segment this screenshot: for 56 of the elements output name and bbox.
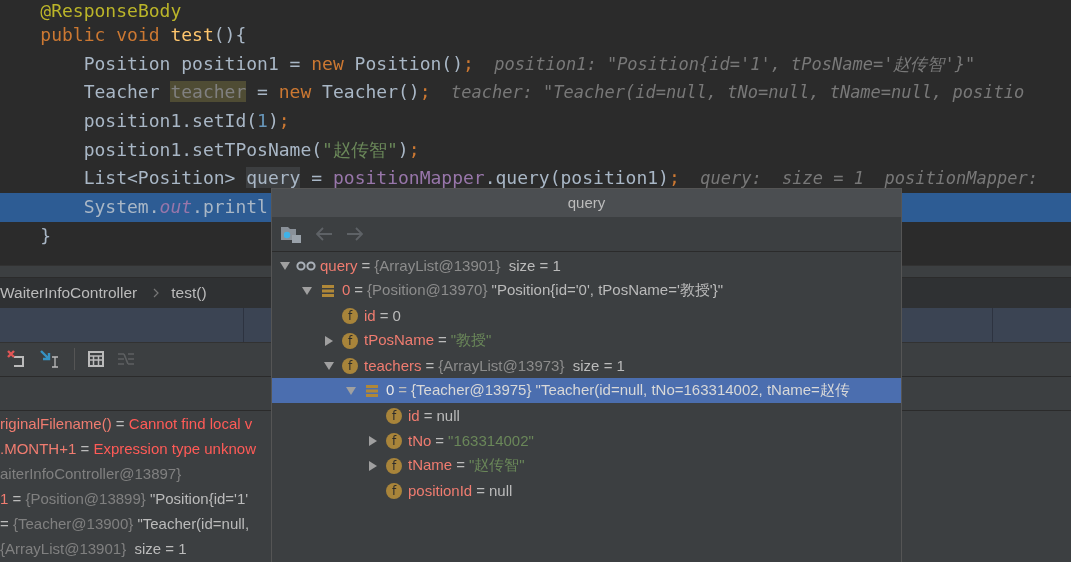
- node-label: id = 0: [364, 307, 401, 324]
- cross-box-icon[interactable]: [6, 349, 26, 369]
- node-label: query = {ArrayList@13901} size = 1: [320, 257, 561, 274]
- tree-row[interactable]: f id = null: [272, 403, 901, 428]
- tree-row[interactable]: f tPosName = "教授": [272, 328, 901, 353]
- code-line: public void test(){: [39, 23, 247, 47]
- array-icon: [366, 384, 378, 397]
- tree-row[interactable]: 0 = {Teacher@13975} "Teacher(id=null, tNo=163314002, tName=赵传: [272, 378, 901, 403]
- variable-row[interactable]: .MONTH+1 = Expression type unknow: [0, 439, 256, 457]
- tree-row[interactable]: 0 = {Position@13970} "Position{id='0', tPosName='教授'}": [272, 278, 901, 303]
- code-line: position1.setId(1);: [82, 109, 290, 134]
- tree-row[interactable]: f tNo = "163314002": [272, 428, 901, 453]
- variable-row[interactable]: {ArrayList@13901} size = 1: [0, 539, 187, 557]
- field-icon: f: [386, 432, 402, 449]
- chevron-icon: [153, 287, 160, 298]
- tree-row[interactable]: f tName = "赵传智": [272, 453, 901, 478]
- node-label: positionId = null: [408, 482, 513, 499]
- expand-arrow-icon[interactable]: [323, 334, 335, 347]
- field-icon: f: [386, 457, 402, 474]
- expand-arrow-icon[interactable]: [323, 359, 335, 372]
- arrow-cursor-icon[interactable]: [39, 349, 61, 369]
- field-icon: f: [386, 482, 402, 499]
- tree-row[interactable]: f positionId = null: [272, 478, 901, 503]
- field-icon: f: [386, 407, 402, 424]
- expand-arrow-icon[interactable]: [279, 259, 291, 272]
- array-icon: [322, 284, 334, 297]
- field-icon: f: [342, 332, 358, 349]
- tree-row[interactable]: f id = 0: [272, 303, 901, 328]
- code-line: System.out.printl: [82, 195, 268, 220]
- folder-icon[interactable]: [280, 224, 302, 244]
- code-line: Teacher teacher = new Teacher(); teacher: "Teacher(id=null, tNo=null, tName=null, positio: [82, 80, 1025, 105]
- field-icon: f: [342, 357, 358, 374]
- variable-row[interactable]: 1 = {Position@13899} "Position{id='1': [0, 489, 249, 507]
- popup-title: query: [272, 189, 901, 217]
- node-label: tNo = "163314002": [408, 432, 534, 449]
- node-label: id = null: [408, 407, 460, 424]
- grid-icon[interactable]: [88, 351, 104, 367]
- glasses-icon: [296, 260, 316, 271]
- code-line: }: [39, 223, 52, 248]
- code-line: @ResponseBody: [39, 0, 182, 21]
- field-icon: f: [342, 307, 358, 324]
- expand-arrow-icon[interactable]: [367, 459, 379, 472]
- node-label: tPosName = "教授": [364, 331, 492, 350]
- breadcrumb-item[interactable]: test(): [171, 283, 207, 302]
- node-label: 0 = {Position@13970} "Position{id='0', tPosName='教授'}": [342, 281, 723, 300]
- expand-arrow-icon[interactable]: [301, 284, 313, 297]
- variable-row[interactable]: = {Teacher@13900} "Teacher(id=null,: [0, 514, 250, 532]
- code-line: position1.setTPosName("赵传智");: [82, 137, 420, 162]
- node-label: tName = "赵传智": [408, 456, 525, 475]
- variable-row[interactable]: riginalFilename() = Cannot find local v: [0, 414, 253, 432]
- node-label: 0 = {Teacher@13975} "Teacher(id=null, tNo=163314002, tName=赵传: [386, 381, 850, 400]
- tree-row[interactable]: query = {ArrayList@13901} size = 1: [272, 253, 901, 278]
- expand-arrow-icon[interactable]: [367, 434, 379, 447]
- breadcrumb-item[interactable]: WaiterInfoController: [0, 283, 138, 302]
- code-line: Position position1 = new Position(); position1: "Position{id='1', tPosName='赵传智'}": [82, 51, 976, 76]
- node-label: teachers = {ArrayList@13973} size = 1: [364, 357, 625, 374]
